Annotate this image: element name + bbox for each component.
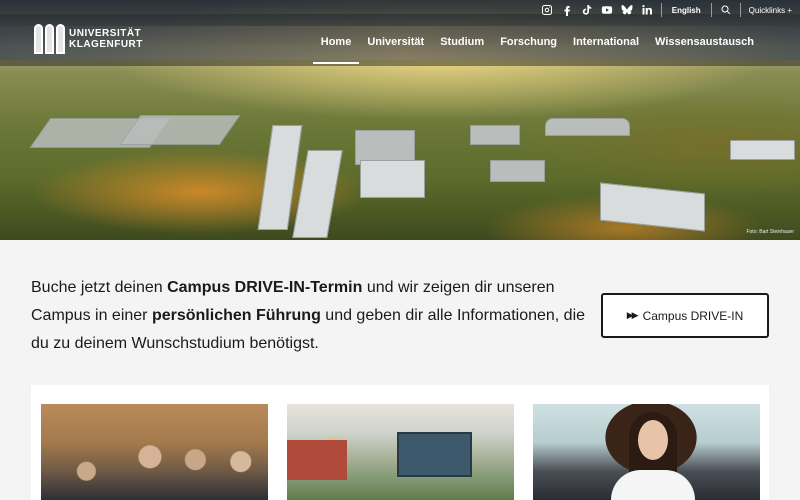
divider bbox=[710, 3, 712, 17]
nav-international[interactable]: International bbox=[565, 36, 647, 64]
campus-drive-in-button[interactable]: ▶▶ Campus DRIVE-IN bbox=[601, 293, 769, 338]
campus-building bbox=[360, 160, 425, 198]
photo-credit: Foto: Bart Steinhauer bbox=[746, 229, 794, 235]
brick-wall bbox=[287, 440, 347, 480]
linkedin-icon[interactable] bbox=[637, 0, 657, 20]
campus-building bbox=[119, 115, 241, 145]
search-icon[interactable] bbox=[716, 0, 736, 20]
nav-forschung[interactable]: Forschung bbox=[492, 36, 565, 64]
text-bold: Campus DRIVE-IN-Termin bbox=[167, 279, 363, 296]
campus-building bbox=[490, 160, 545, 182]
card-lecture-hall-image[interactable] bbox=[41, 404, 268, 500]
campus-building bbox=[545, 118, 630, 136]
text-bold: persönlichen Führung bbox=[151, 307, 321, 324]
tiktok-icon[interactable] bbox=[577, 0, 597, 20]
campus-building bbox=[730, 140, 795, 160]
youtube-icon[interactable] bbox=[597, 0, 617, 20]
card-student-portrait-image[interactable] bbox=[533, 404, 760, 500]
bluesky-icon[interactable] bbox=[617, 0, 637, 20]
nav-studium[interactable]: Studium bbox=[432, 36, 492, 64]
divider bbox=[739, 3, 741, 17]
logo-wordmark: UNIVERSITÄT KLAGENFURT bbox=[69, 28, 143, 50]
campus-building bbox=[600, 182, 705, 232]
fast-forward-icon: ▶▶ bbox=[626, 310, 639, 320]
campus-building bbox=[470, 125, 520, 145]
divider bbox=[660, 3, 662, 17]
nav-universitaet[interactable]: Universität bbox=[359, 36, 432, 64]
portrait-face bbox=[638, 420, 668, 460]
board bbox=[397, 432, 472, 477]
text-part: Buche jetzt deinen bbox=[31, 279, 168, 296]
facebook-icon[interactable] bbox=[557, 0, 577, 20]
nav-home[interactable]: Home bbox=[312, 36, 360, 64]
card-campus-group-image[interactable] bbox=[287, 404, 514, 500]
button-label: Campus DRIVE-IN bbox=[642, 308, 744, 323]
nav-wissensaustausch[interactable]: Wissensaustausch bbox=[647, 36, 762, 64]
main-nav: Home Universität Studium Forschung Inter… bbox=[312, 36, 762, 64]
logo-line-1: UNIVERSITÄT bbox=[69, 28, 142, 39]
portrait-shirt bbox=[611, 470, 695, 500]
university-logo[interactable]: UNIVERSITÄT KLAGENFURT bbox=[34, 24, 143, 54]
logo-mark-icon bbox=[34, 24, 65, 54]
quicklinks-button[interactable]: Quicklinks + bbox=[745, 6, 800, 15]
logo-line-2: KLAGENFURT bbox=[69, 39, 143, 50]
instagram-icon[interactable] bbox=[537, 0, 557, 20]
drive-in-text: Buche jetzt deinen Campus DRIVE-IN-Termi… bbox=[31, 274, 586, 358]
campus-building bbox=[292, 150, 343, 238]
utility-bar: English Quicklinks + bbox=[537, 0, 800, 20]
language-switch[interactable]: English bbox=[666, 6, 707, 15]
